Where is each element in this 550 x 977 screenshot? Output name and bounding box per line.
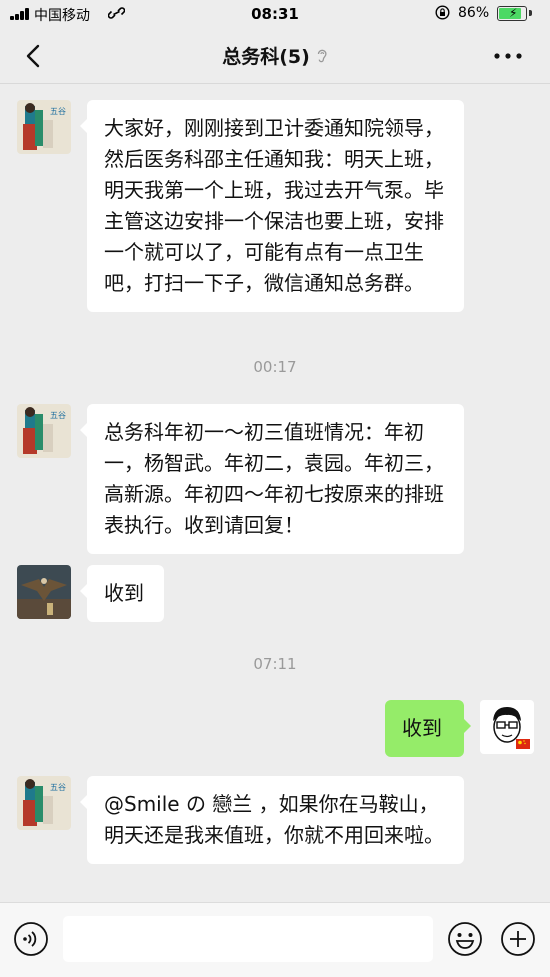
more-icon[interactable] [490, 40, 526, 72]
message-text: 收到 [402, 716, 442, 740]
chat-header: 总务科(5) [0, 28, 550, 84]
message-text: @Smile の 戀兰 ，如果你在马鞍山，明天还是我来值班，你就不用回来啦。 [104, 792, 444, 847]
voice-icon[interactable] [13, 921, 49, 957]
battery-percent: 86% [458, 5, 490, 21]
message-text: 收到 [104, 581, 144, 605]
avatar-eagle[interactable] [17, 565, 71, 619]
message-bubble[interactable]: 大家好，刚刚接到卫计委通知院领导，然后医务科邵主任通知我：明天上班，明天我第一个… [80, 100, 464, 312]
message-bubble[interactable]: 总务科年初一～初三值班情况：年初一，杨智武。年初二，袁园。年初三，高新源。年初四… [80, 404, 464, 554]
message-input[interactable] [63, 916, 433, 962]
plus-icon[interactable] [500, 921, 536, 957]
message-text: 总务科年初一～初三值班情况：年初一，杨智武。年初二，袁园。年初三，高新源。年初四… [104, 420, 444, 537]
battery-icon: ⚡ [497, 6, 527, 21]
svg-text:五谷: 五谷 [50, 783, 66, 792]
message-list: 五谷 大家好，刚刚接到卫计委通知院领导，然后医务科邵主任通知我：明天上班，明天我… [0, 84, 550, 902]
rotation-lock-icon [435, 5, 450, 20]
message-timestamp: 00:17 [253, 358, 297, 376]
chat-title: 总务科(5) [222, 46, 310, 68]
status-bar: 中国移动 08:31 86% ⚡ [0, 0, 550, 28]
svg-text:五谷: 五谷 [50, 107, 66, 116]
message-text: 大家好，刚刚接到卫计委通知院领导，然后医务科邵主任通知我：明天上班，明天我第一个… [104, 116, 444, 295]
earpiece-icon [317, 49, 327, 63]
message-bubble[interactable]: @Smile の 戀兰 ，如果你在马鞍山，明天还是我来值班，你就不用回来啦。 [80, 776, 464, 864]
emoji-icon[interactable] [447, 921, 483, 957]
wechat-chat-screen: 中国移动 08:31 86% ⚡ 总务科(5) 五谷 大家好，刚刚接到卫计委通知… [0, 0, 550, 977]
avatar-painting[interactable]: 五谷 [17, 776, 71, 830]
avatar-cartoon[interactable] [480, 700, 534, 754]
svg-text:五谷: 五谷 [50, 411, 66, 420]
input-bar [0, 902, 550, 977]
avatar-painting[interactable]: 五谷 [17, 404, 71, 458]
avatar-painting[interactable]: 五谷 [17, 100, 71, 154]
message-bubble-outgoing[interactable]: 收到 [385, 700, 471, 757]
message-bubble[interactable]: 收到 [80, 565, 164, 622]
message-timestamp: 07:11 [253, 655, 297, 673]
